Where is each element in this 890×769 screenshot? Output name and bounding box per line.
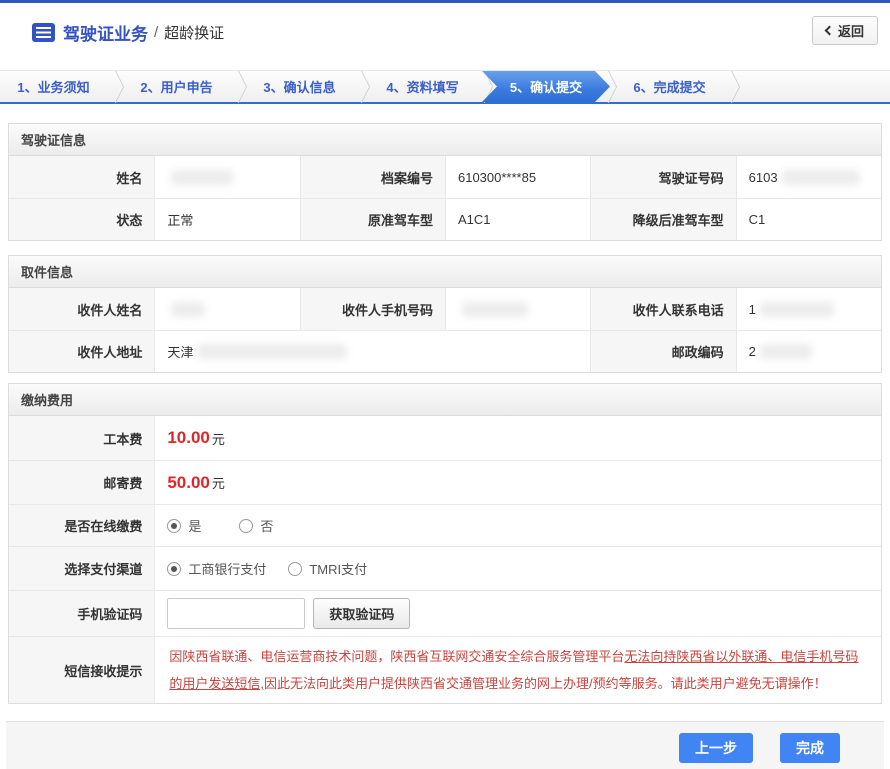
payment-panel: 缴纳费用 工本费 10.00 元 邮寄费 50.00 元 是否在线缴费 是 否 bbox=[8, 383, 882, 704]
downgraded-class-label: 降级后准驾车型 bbox=[590, 198, 735, 240]
payment-title: 缴纳费用 bbox=[9, 384, 881, 416]
downgraded-class-value: C1 bbox=[736, 198, 881, 240]
redacted-value bbox=[782, 170, 860, 185]
sms-code-input[interactable] bbox=[167, 598, 305, 629]
postal-code-value: 2 bbox=[736, 330, 881, 372]
finish-button[interactable]: 完成 bbox=[780, 733, 840, 763]
recipient-name-label: 收件人姓名 bbox=[9, 288, 154, 330]
payment-table: 工本费 10.00 元 邮寄费 50.00 元 是否在线缴费 是 否 bbox=[9, 416, 881, 703]
online-pay-label: 是否在线缴费 bbox=[9, 504, 154, 546]
file-no-label: 档案编号 bbox=[300, 156, 445, 198]
status-label: 状态 bbox=[9, 198, 154, 240]
name-label: 姓名 bbox=[9, 156, 154, 198]
footer-action-bar: 上一步 完成 bbox=[6, 721, 884, 769]
recipient-name-value bbox=[154, 288, 299, 330]
radio-unchecked-icon bbox=[288, 562, 302, 576]
chevron-separator-icon bbox=[723, 71, 739, 102]
redacted-value bbox=[462, 302, 528, 317]
recipient-address-value: 天津 bbox=[154, 330, 590, 372]
previous-step-button[interactable]: 上一步 bbox=[679, 733, 753, 763]
radio-online-yes-label: 是 bbox=[188, 516, 201, 535]
radio-channel-icbc-label: 工商银行支付 bbox=[188, 559, 266, 578]
tab-step-1[interactable]: 1、业务须知 bbox=[0, 71, 107, 102]
channel-label: 选择支付渠道 bbox=[9, 546, 154, 590]
tab-step-6[interactable]: 6、完成提交 bbox=[616, 71, 723, 102]
work-fee-label: 工本费 bbox=[9, 416, 154, 460]
redacted-value bbox=[171, 170, 233, 185]
redacted-value bbox=[760, 344, 812, 359]
sms-tip-part1: 因陕西省联通、电信运营商技术问题，陕西省互联网交通安全综合服务管理平台 bbox=[169, 649, 624, 664]
radio-checked-icon bbox=[167, 519, 181, 533]
tab-step-4[interactable]: 4、资料填写 bbox=[369, 71, 476, 102]
license-info-title: 驾驶证信息 bbox=[9, 124, 881, 156]
work-fee-unit: 元 bbox=[212, 429, 225, 448]
orig-class-label: 原准驾车型 bbox=[300, 198, 445, 240]
page-title: 驾驶证业务 bbox=[63, 20, 148, 45]
radio-channel-icbc[interactable]: 工商银行支付 bbox=[167, 559, 266, 578]
chevron-separator-icon bbox=[107, 71, 123, 102]
file-no-value: 610300****85 bbox=[445, 156, 590, 198]
status-value: 正常 bbox=[154, 198, 299, 240]
redacted-value bbox=[760, 302, 834, 317]
name-value bbox=[154, 156, 299, 198]
redacted-value bbox=[197, 344, 347, 359]
redacted-value bbox=[171, 302, 205, 317]
tab-step-5-active[interactable]: 5、确认提交 bbox=[482, 71, 610, 102]
mail-fee-amount: 50.00 bbox=[167, 473, 210, 493]
license-no-value: 6103 bbox=[736, 156, 881, 198]
license-no-label: 驾驶证号码 bbox=[590, 156, 735, 198]
breadcrumb-separator: / bbox=[154, 24, 158, 41]
page: 驾驶证业务 / 超龄换证 返回 1、业务须知 2、用户申告 3、确认信息 4、资… bbox=[0, 0, 890, 769]
recipient-mobile-label: 收件人手机号码 bbox=[300, 288, 445, 330]
mail-fee-label: 邮寄费 bbox=[9, 460, 154, 504]
radio-online-yes[interactable]: 是 bbox=[167, 516, 201, 535]
sms-tip-text: 因陕西省联通、电信运营商技术问题，陕西省互联网交通安全综合服务管理平台无法向持陕… bbox=[154, 636, 881, 703]
license-info-table: 姓名 档案编号 610300****85 驾驶证号码 6103 状态 正常 原准… bbox=[9, 156, 881, 240]
license-services-icon bbox=[32, 23, 55, 42]
recipient-phone-value: 1 bbox=[736, 288, 881, 330]
mail-fee-value: 50.00 元 bbox=[154, 460, 881, 504]
tab-step-2[interactable]: 2、用户申告 bbox=[123, 71, 230, 102]
back-button-label: 返回 bbox=[838, 21, 864, 40]
sms-tip-part2: 因此无法向此类用户提供陕西省交通管理业务的网上办理/预约等服务。请此类用户避免无… bbox=[264, 676, 827, 691]
get-code-button[interactable]: 获取验证码 bbox=[313, 598, 410, 629]
work-fee-value: 10.00 元 bbox=[154, 416, 881, 460]
radio-channel-tmri-label: TMRI支付 bbox=[309, 559, 367, 578]
chevron-separator-icon bbox=[230, 71, 246, 102]
page-header: 驾驶证业务 / 超龄换证 返回 bbox=[0, 3, 890, 62]
sms-code-row: 获取验证码 bbox=[154, 590, 881, 636]
channel-options: 工商银行支付 TMRI支付 bbox=[154, 546, 881, 590]
sms-code-label: 手机验证码 bbox=[9, 590, 154, 636]
mail-fee-unit: 元 bbox=[212, 473, 225, 492]
sms-tip-label: 短信接收提示 bbox=[9, 636, 154, 703]
recipient-mobile-value bbox=[445, 288, 590, 330]
work-fee-amount: 10.00 bbox=[167, 428, 210, 448]
step-tabs: 1、业务须知 2、用户申告 3、确认信息 4、资料填写 5、确认提交 6、完成提… bbox=[0, 70, 890, 104]
recipient-address-label: 收件人地址 bbox=[9, 330, 154, 372]
radio-checked-icon bbox=[167, 562, 181, 576]
radio-unchecked-icon bbox=[239, 519, 253, 533]
license-info-panel: 驾驶证信息 姓名 档案编号 610300****85 驾驶证号码 6103 状态… bbox=[8, 123, 882, 241]
pickup-info-title: 取件信息 bbox=[9, 256, 881, 288]
orig-class-value: A1C1 bbox=[445, 198, 590, 240]
radio-online-no-label: 否 bbox=[260, 516, 273, 535]
recipient-phone-label: 收件人联系电话 bbox=[590, 288, 735, 330]
breadcrumb-current: 超龄换证 bbox=[164, 22, 224, 43]
chevron-separator-icon bbox=[353, 71, 369, 102]
back-button[interactable]: 返回 bbox=[812, 16, 878, 45]
online-pay-options: 是 否 bbox=[154, 504, 881, 546]
back-chevron-icon bbox=[825, 26, 835, 36]
pickup-info-panel: 取件信息 收件人姓名 收件人手机号码 收件人联系电话 1 收件人地址 天津 邮政… bbox=[8, 255, 882, 373]
pickup-info-table: 收件人姓名 收件人手机号码 收件人联系电话 1 收件人地址 天津 邮政编码 2 bbox=[9, 288, 881, 372]
tab-step-3[interactable]: 3、确认信息 bbox=[246, 71, 353, 102]
postal-code-label: 邮政编码 bbox=[590, 330, 735, 372]
radio-online-no[interactable]: 否 bbox=[239, 516, 273, 535]
radio-channel-tmri[interactable]: TMRI支付 bbox=[288, 559, 367, 578]
